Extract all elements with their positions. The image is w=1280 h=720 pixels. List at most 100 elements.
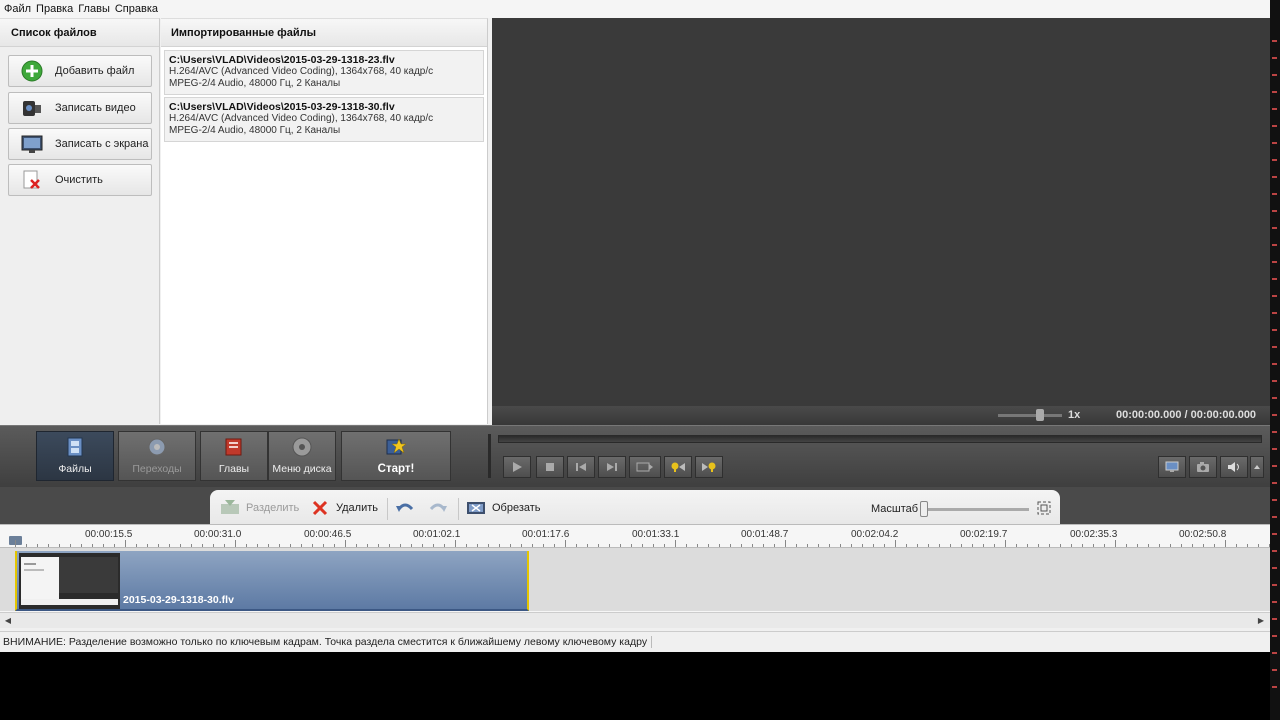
start-button[interactable]: Старт! — [341, 431, 451, 481]
record-video-button[interactable]: Записать видео — [8, 92, 152, 124]
delete-button[interactable]: Удалить — [310, 500, 378, 516]
zoom-slider-knob[interactable] — [920, 501, 928, 517]
timeline-scrollbar[interactable]: ◀ ▶ — [0, 612, 1270, 628]
fit-timeline-button[interactable] — [1036, 500, 1062, 516]
speaker-icon — [1228, 462, 1239, 472]
edge-mark — [1272, 142, 1277, 144]
file-audio-info: MPEG-2/4 Audio, 48000 Гц, 2 Каналы — [169, 125, 341, 136]
edge-mark — [1272, 74, 1277, 76]
clear-button[interactable]: Очистить — [8, 164, 152, 196]
edge-mark — [1272, 652, 1277, 654]
ruler-tick — [785, 540, 786, 547]
edge-mark — [1272, 686, 1277, 688]
app-window: Файл Правка Главы Справка Список файлов … — [0, 0, 1270, 652]
zoom-label: Масштаб — [871, 503, 919, 515]
snapshot-button[interactable] — [1189, 456, 1217, 478]
volume-button[interactable] — [1220, 456, 1248, 478]
delete-icon — [310, 500, 330, 516]
timeline-clip[interactable]: 2015-03-29-1318-30.flv — [15, 551, 529, 611]
add-icon — [21, 60, 43, 82]
edge-mark — [1272, 176, 1277, 178]
prev-frame-button[interactable] — [567, 456, 595, 478]
chapters-tab-button[interactable]: Главы — [200, 431, 268, 481]
film-icon — [64, 437, 86, 457]
camera-snapshot-icon — [1197, 462, 1209, 472]
volume-dropdown-button[interactable] — [1250, 456, 1264, 478]
mark-out-icon — [702, 462, 716, 472]
menu-chapters[interactable]: Главы — [78, 3, 110, 15]
time-ruler[interactable]: 00:00:15.5 00:00:31.0 00:00:46.5 00:01:0… — [0, 525, 1270, 547]
ruler-label: 00:02:04.2 — [851, 529, 899, 540]
redo-button[interactable] — [428, 500, 454, 516]
edge-mark — [1272, 635, 1277, 637]
edge-mark — [1272, 91, 1277, 93]
add-file-button[interactable]: Добавить файл — [8, 55, 152, 87]
transitions-tab-label: Переходы — [132, 463, 182, 475]
edge-mark — [1272, 482, 1277, 484]
edge-mark — [1272, 193, 1277, 195]
start-icon — [385, 437, 407, 457]
trim-button[interactable]: Обрезать — [466, 500, 541, 516]
timeline-toolbar: Разделить Удалить Обрезать Масштаб — [0, 487, 1270, 524]
undo-button[interactable] — [395, 500, 421, 516]
edge-mark — [1272, 125, 1277, 127]
status-message: ВНИМАНИЕ: Разделение возможно только по … — [3, 636, 653, 648]
split-button[interactable]: Разделить — [220, 500, 299, 516]
edge-mark — [1272, 601, 1277, 603]
video-preview[interactable] — [492, 18, 1270, 406]
edge-mark — [1272, 397, 1277, 399]
trim-label: Обрезать — [492, 502, 541, 514]
next-frame-button[interactable] — [598, 456, 626, 478]
file-list-panel: Список файлов Добавить файл Записать вид… — [0, 18, 160, 424]
mark-out-button[interactable] — [695, 456, 723, 478]
clear-icon — [21, 169, 43, 191]
record-screen-button[interactable]: Записать с экрана — [8, 128, 152, 160]
edge-mark — [1272, 380, 1277, 382]
ruler-tick — [675, 540, 676, 547]
file-path: C:\Users\VLAD\Videos\2015-03-29-1318-23.… — [169, 54, 395, 66]
menu-file[interactable]: Файл — [4, 3, 31, 15]
ruler-label: 00:01:33.1 — [632, 529, 680, 540]
scroll-right-icon[interactable]: ▶ — [1255, 615, 1267, 626]
edge-mark — [1272, 516, 1277, 518]
monitor-icon — [1165, 461, 1179, 472]
frame-step-button[interactable] — [629, 456, 661, 478]
playback-progress[interactable] — [498, 435, 1262, 443]
transitions-tab-button[interactable]: Переходы — [118, 431, 196, 481]
undo-icon — [395, 500, 415, 516]
ruler-tick — [1225, 540, 1226, 547]
fullscreen-button[interactable] — [1158, 456, 1186, 478]
fit-icon — [1036, 500, 1056, 516]
ruler-label: 00:01:02.1 — [413, 529, 461, 540]
menu-help[interactable]: Справка — [115, 3, 158, 15]
menu-edit[interactable]: Правка — [36, 3, 73, 15]
edge-mark — [1272, 584, 1277, 586]
video-track[interactable]: 2015-03-29-1318-30.flv — [0, 547, 1270, 611]
ruler-tick — [345, 540, 346, 547]
edge-mark — [1272, 244, 1277, 246]
stop-button[interactable] — [536, 456, 564, 478]
files-tab-button[interactable]: Файлы — [36, 431, 114, 481]
speed-slider-knob[interactable] — [1036, 409, 1044, 421]
ruler-tick — [235, 540, 236, 547]
file-item[interactable]: C:\Users\VLAD\Videos\2015-03-29-1318-30.… — [164, 97, 484, 142]
edge-mark — [1272, 550, 1277, 552]
edge-mark — [1272, 227, 1277, 229]
disc-menu-tab-button[interactable]: Меню диска — [268, 431, 336, 481]
scroll-left-icon[interactable]: ◀ — [2, 615, 14, 626]
zoom-slider-track[interactable] — [923, 508, 1029, 511]
mark-in-button[interactable] — [664, 456, 692, 478]
edge-mark — [1272, 465, 1277, 467]
timeline-toolbar-tab: Разделить Удалить Обрезать Масштаб — [210, 490, 1060, 524]
chevron-up-icon — [1254, 465, 1260, 469]
split-icon — [220, 500, 240, 516]
timeline[interactable]: 00:00:15.5 00:00:31.0 00:00:46.5 00:01:0… — [0, 524, 1270, 612]
edge-mark — [1272, 499, 1277, 501]
file-item[interactable]: C:\Users\VLAD\Videos\2015-03-29-1318-23.… — [164, 50, 484, 95]
play-button[interactable] — [503, 456, 531, 478]
imported-files-panel: Импортированные файлы C:\Users\VLAD\Vide… — [161, 18, 488, 424]
speed-slider-track[interactable] — [998, 414, 1062, 417]
files-tab-label: Файлы — [58, 463, 92, 475]
chapters-icon — [223, 437, 245, 457]
file-audio-info: MPEG-2/4 Audio, 48000 Гц, 2 Каналы — [169, 78, 341, 89]
